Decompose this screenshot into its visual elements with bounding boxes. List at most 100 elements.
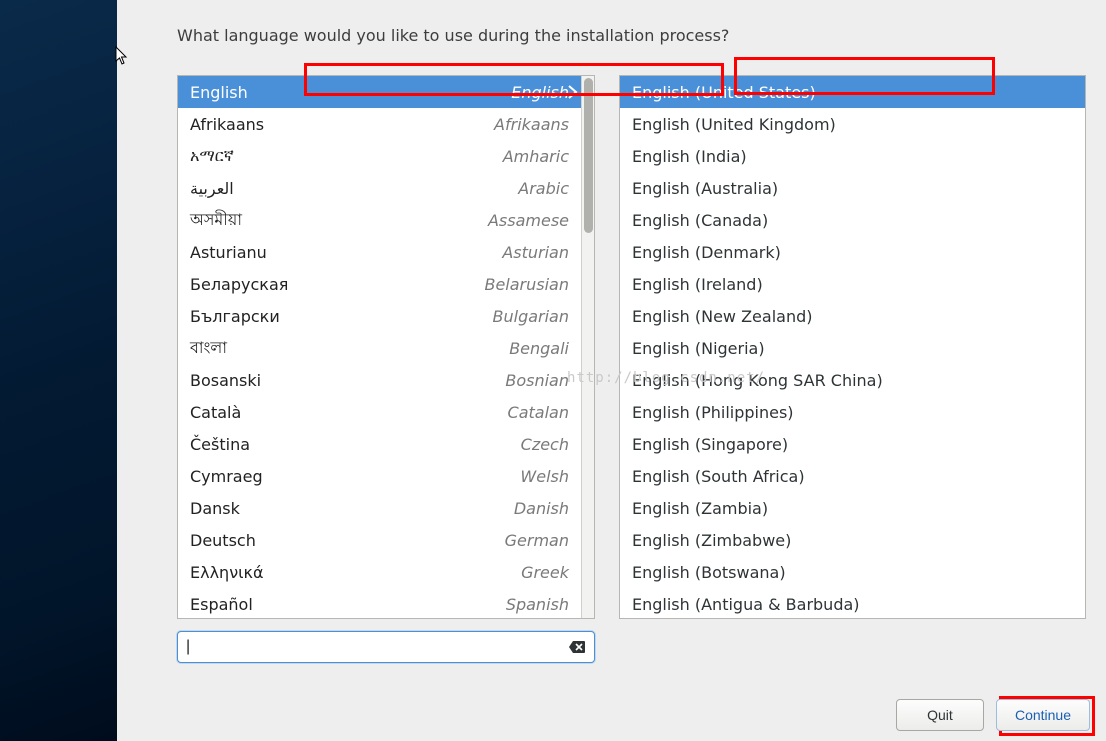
language-row[interactable]: EspañolSpanish bbox=[178, 588, 581, 618]
language-row[interactable]: Bosanski Bosnian bbox=[178, 364, 581, 396]
language-english-label: Arabic bbox=[518, 179, 569, 198]
language-native-label: Afrikaans bbox=[190, 115, 264, 134]
locale-row[interactable]: English (Philippines) bbox=[620, 396, 1085, 428]
language-list[interactable]: English English Afrikaans Afrikaans አማርኛ Amha… bbox=[178, 76, 581, 618]
chevron-right-icon bbox=[563, 82, 581, 102]
language-row[interactable]: Asturianu Asturian bbox=[178, 236, 581, 268]
installer-main: What language would you like to use duri… bbox=[117, 0, 1106, 741]
language-native-label: العربية bbox=[190, 179, 234, 198]
locale-label: English (United Kingdom) bbox=[632, 115, 836, 134]
language-native-label: Cymraeg bbox=[190, 467, 263, 486]
language-english-label: Welsh bbox=[520, 467, 569, 486]
language-native-label: Català bbox=[190, 403, 241, 422]
language-row[interactable]: Ελληνικά Greek bbox=[178, 556, 581, 588]
language-english-label: Spanish bbox=[506, 595, 569, 614]
locale-label: English (Philippines) bbox=[632, 403, 794, 422]
language-english-label: Bengali bbox=[509, 339, 569, 358]
locale-row[interactable]: English (Ireland) bbox=[620, 268, 1085, 300]
locale-label: English (United States) bbox=[632, 83, 816, 102]
language-english-label: Catalan bbox=[508, 403, 569, 422]
language-row[interactable]: አማርኛ Amharic bbox=[178, 140, 581, 172]
language-native-label: Български bbox=[190, 307, 280, 326]
locale-row[interactable]: English (Antigua & Barbuda) bbox=[620, 588, 1085, 619]
language-search-input[interactable] bbox=[186, 638, 568, 656]
language-prompt: What language would you like to use duri… bbox=[177, 26, 1086, 45]
locale-label: English (Botswana) bbox=[632, 563, 786, 582]
language-native-label: Asturianu bbox=[190, 243, 267, 262]
locale-label: English (New Zealand) bbox=[632, 307, 812, 326]
locale-label: English (Singapore) bbox=[632, 435, 788, 454]
quit-button[interactable]: Quit bbox=[896, 699, 984, 731]
locale-label: English (Hong Kong SAR China) bbox=[632, 371, 883, 390]
clear-icon[interactable] bbox=[568, 640, 586, 654]
language-panel: English English Afrikaans Afrikaans አማርኛ Amha… bbox=[177, 75, 595, 619]
locale-panel[interactable]: English (United States) English (United K… bbox=[619, 75, 1086, 619]
language-row[interactable]: বাংলা Bengali bbox=[178, 332, 581, 364]
locale-label: English (Nigeria) bbox=[632, 339, 765, 358]
installer-sidebar bbox=[0, 0, 117, 741]
language-native-label: Deutsch bbox=[190, 531, 256, 550]
locale-label: English (Antigua & Barbuda) bbox=[632, 595, 860, 614]
language-native-label: Беларуская bbox=[190, 275, 288, 294]
language-english-label: Amharic bbox=[503, 147, 569, 166]
locale-row[interactable]: English (Zimbabwe) bbox=[620, 524, 1085, 556]
continue-button[interactable]: Continue bbox=[996, 699, 1090, 731]
locale-label: English (Canada) bbox=[632, 211, 768, 230]
language-native-label: አማርኛ bbox=[190, 146, 234, 166]
locale-row[interactable]: English (Nigeria) bbox=[620, 332, 1085, 364]
language-english-label: Assamese bbox=[488, 211, 569, 230]
language-scrollbar[interactable] bbox=[581, 76, 594, 618]
language-lists: English English Afrikaans Afrikaans አማርኛ Amha… bbox=[177, 75, 1086, 619]
language-row[interactable]: English English bbox=[178, 76, 581, 108]
locale-label: English (Zambia) bbox=[632, 499, 768, 518]
language-row[interactable]: Deutsch German bbox=[178, 524, 581, 556]
locale-row[interactable]: English (India) bbox=[620, 140, 1085, 172]
language-native-label: Ελληνικά bbox=[190, 563, 264, 582]
language-english-label: Bosnian bbox=[505, 371, 569, 390]
locale-row[interactable]: English (Canada) bbox=[620, 204, 1085, 236]
language-english-label: Afrikaans bbox=[494, 115, 569, 134]
language-row[interactable]: Català Catalan bbox=[178, 396, 581, 428]
language-english-label: Bulgarian bbox=[493, 307, 570, 326]
footer-buttons: Quit Continue bbox=[896, 699, 1090, 731]
locale-row[interactable]: English (Denmark) bbox=[620, 236, 1085, 268]
language-english-label: Greek bbox=[521, 563, 569, 582]
locale-label: English (Australia) bbox=[632, 179, 778, 198]
language-row[interactable]: Čeština Czech bbox=[178, 428, 581, 460]
language-english-label: English bbox=[511, 83, 569, 102]
language-native-label: Dansk bbox=[190, 499, 240, 518]
language-native-label: Čeština bbox=[190, 435, 250, 454]
language-english-label: Danish bbox=[514, 499, 569, 518]
locale-label: English (Denmark) bbox=[632, 243, 781, 262]
language-native-label: Bosanski bbox=[190, 371, 261, 390]
language-english-label: Asturian bbox=[502, 243, 569, 262]
language-english-label: Belarusian bbox=[484, 275, 569, 294]
language-native-label: বাংলা bbox=[190, 335, 227, 362]
locale-row[interactable]: English (Hong Kong SAR China) bbox=[620, 364, 1085, 396]
language-native-label: অসমীয়া bbox=[190, 207, 242, 234]
language-english-label: German bbox=[505, 531, 569, 550]
language-row[interactable]: العربية Arabic bbox=[178, 172, 581, 204]
locale-label: English (India) bbox=[632, 147, 747, 166]
language-native-label: English bbox=[190, 83, 248, 102]
language-row[interactable]: Afrikaans Afrikaans bbox=[178, 108, 581, 140]
language-row[interactable]: Dansk Danish bbox=[178, 492, 581, 524]
locale-label: English (South Africa) bbox=[632, 467, 805, 486]
scrollbar-thumb[interactable] bbox=[584, 78, 593, 233]
locale-row[interactable]: English (Botswana) bbox=[620, 556, 1085, 588]
language-row[interactable]: Български Bulgarian bbox=[178, 300, 581, 332]
locale-label: English (Ireland) bbox=[632, 275, 763, 294]
locale-row[interactable]: English (United States) bbox=[620, 76, 1085, 108]
locale-label: English (Zimbabwe) bbox=[632, 531, 791, 550]
locale-row[interactable]: English (United Kingdom) bbox=[620, 108, 1085, 140]
language-search[interactable] bbox=[177, 631, 595, 663]
language-english-label: Czech bbox=[521, 435, 569, 454]
locale-row[interactable]: English (Zambia) bbox=[620, 492, 1085, 524]
locale-row[interactable]: English (South Africa) bbox=[620, 460, 1085, 492]
locale-row[interactable]: English (New Zealand) bbox=[620, 300, 1085, 332]
language-row[interactable]: Cymraeg Welsh bbox=[178, 460, 581, 492]
language-row[interactable]: অসমীয়া Assamese bbox=[178, 204, 581, 236]
locale-row[interactable]: English (Singapore) bbox=[620, 428, 1085, 460]
language-row[interactable]: Беларуская Belarusian bbox=[178, 268, 581, 300]
locale-row[interactable]: English (Australia) bbox=[620, 172, 1085, 204]
